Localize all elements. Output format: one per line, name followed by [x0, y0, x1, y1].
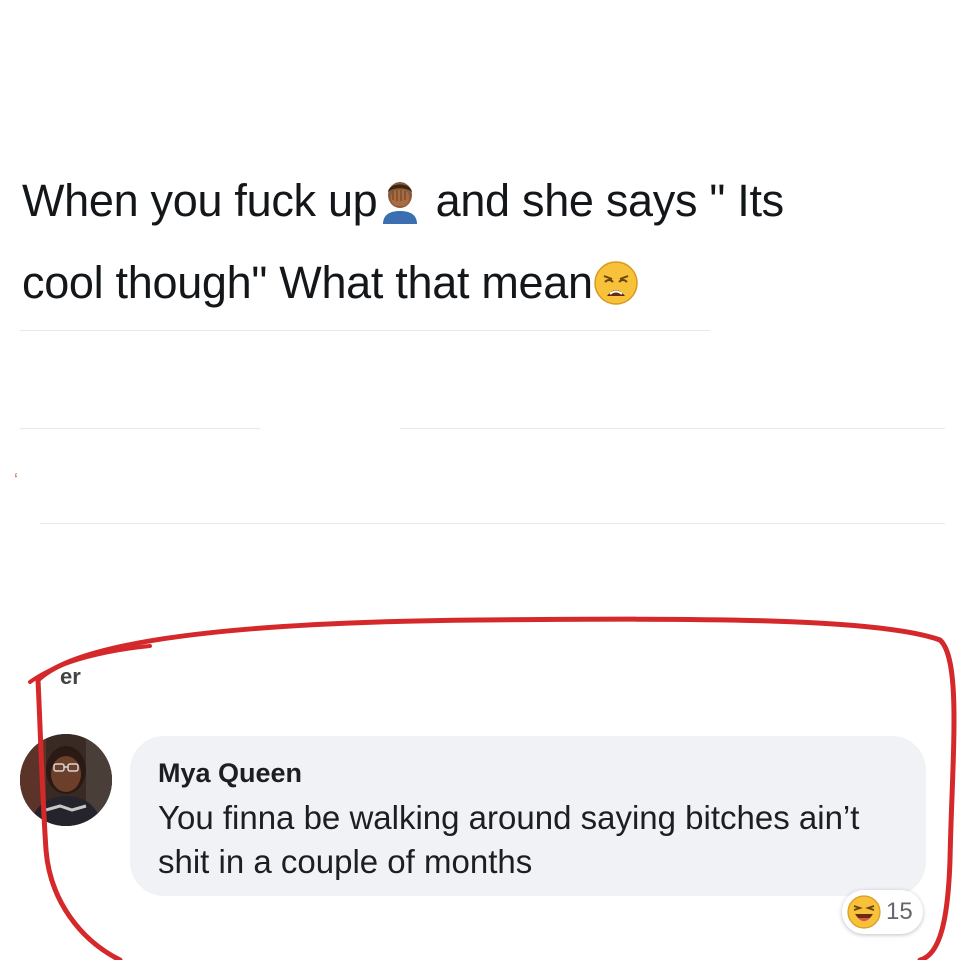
reaction-count: 15 [886, 898, 913, 925]
ghost-label: er [60, 664, 81, 689]
faint-mark: ‘ [14, 470, 18, 490]
comment-author[interactable]: Mya Queen [158, 758, 302, 789]
divider [40, 523, 945, 524]
divider [400, 428, 945, 429]
divider [20, 330, 710, 331]
laughing-emoji-icon [847, 895, 881, 929]
post-text-line1-start: When you fuck up [22, 175, 378, 226]
post-text-line2: cool though" What that mean [22, 257, 593, 308]
facepalm-emoji-icon [383, 182, 418, 224]
avatar[interactable] [20, 734, 112, 826]
post-text: When you fuck up and she says " Its cool … [22, 160, 952, 324]
weary-face-emoji-icon [593, 261, 638, 305]
divider [20, 428, 260, 429]
post-text-line1-end: and she says " Its [423, 175, 785, 226]
comment-bubble: Mya Queen You finna be walking around sa… [130, 736, 926, 896]
reactions-badge[interactable]: 15 [842, 890, 923, 934]
avatar-image [20, 734, 112, 826]
comment-text: You finna be walking around saying bitch… [158, 799, 860, 880]
